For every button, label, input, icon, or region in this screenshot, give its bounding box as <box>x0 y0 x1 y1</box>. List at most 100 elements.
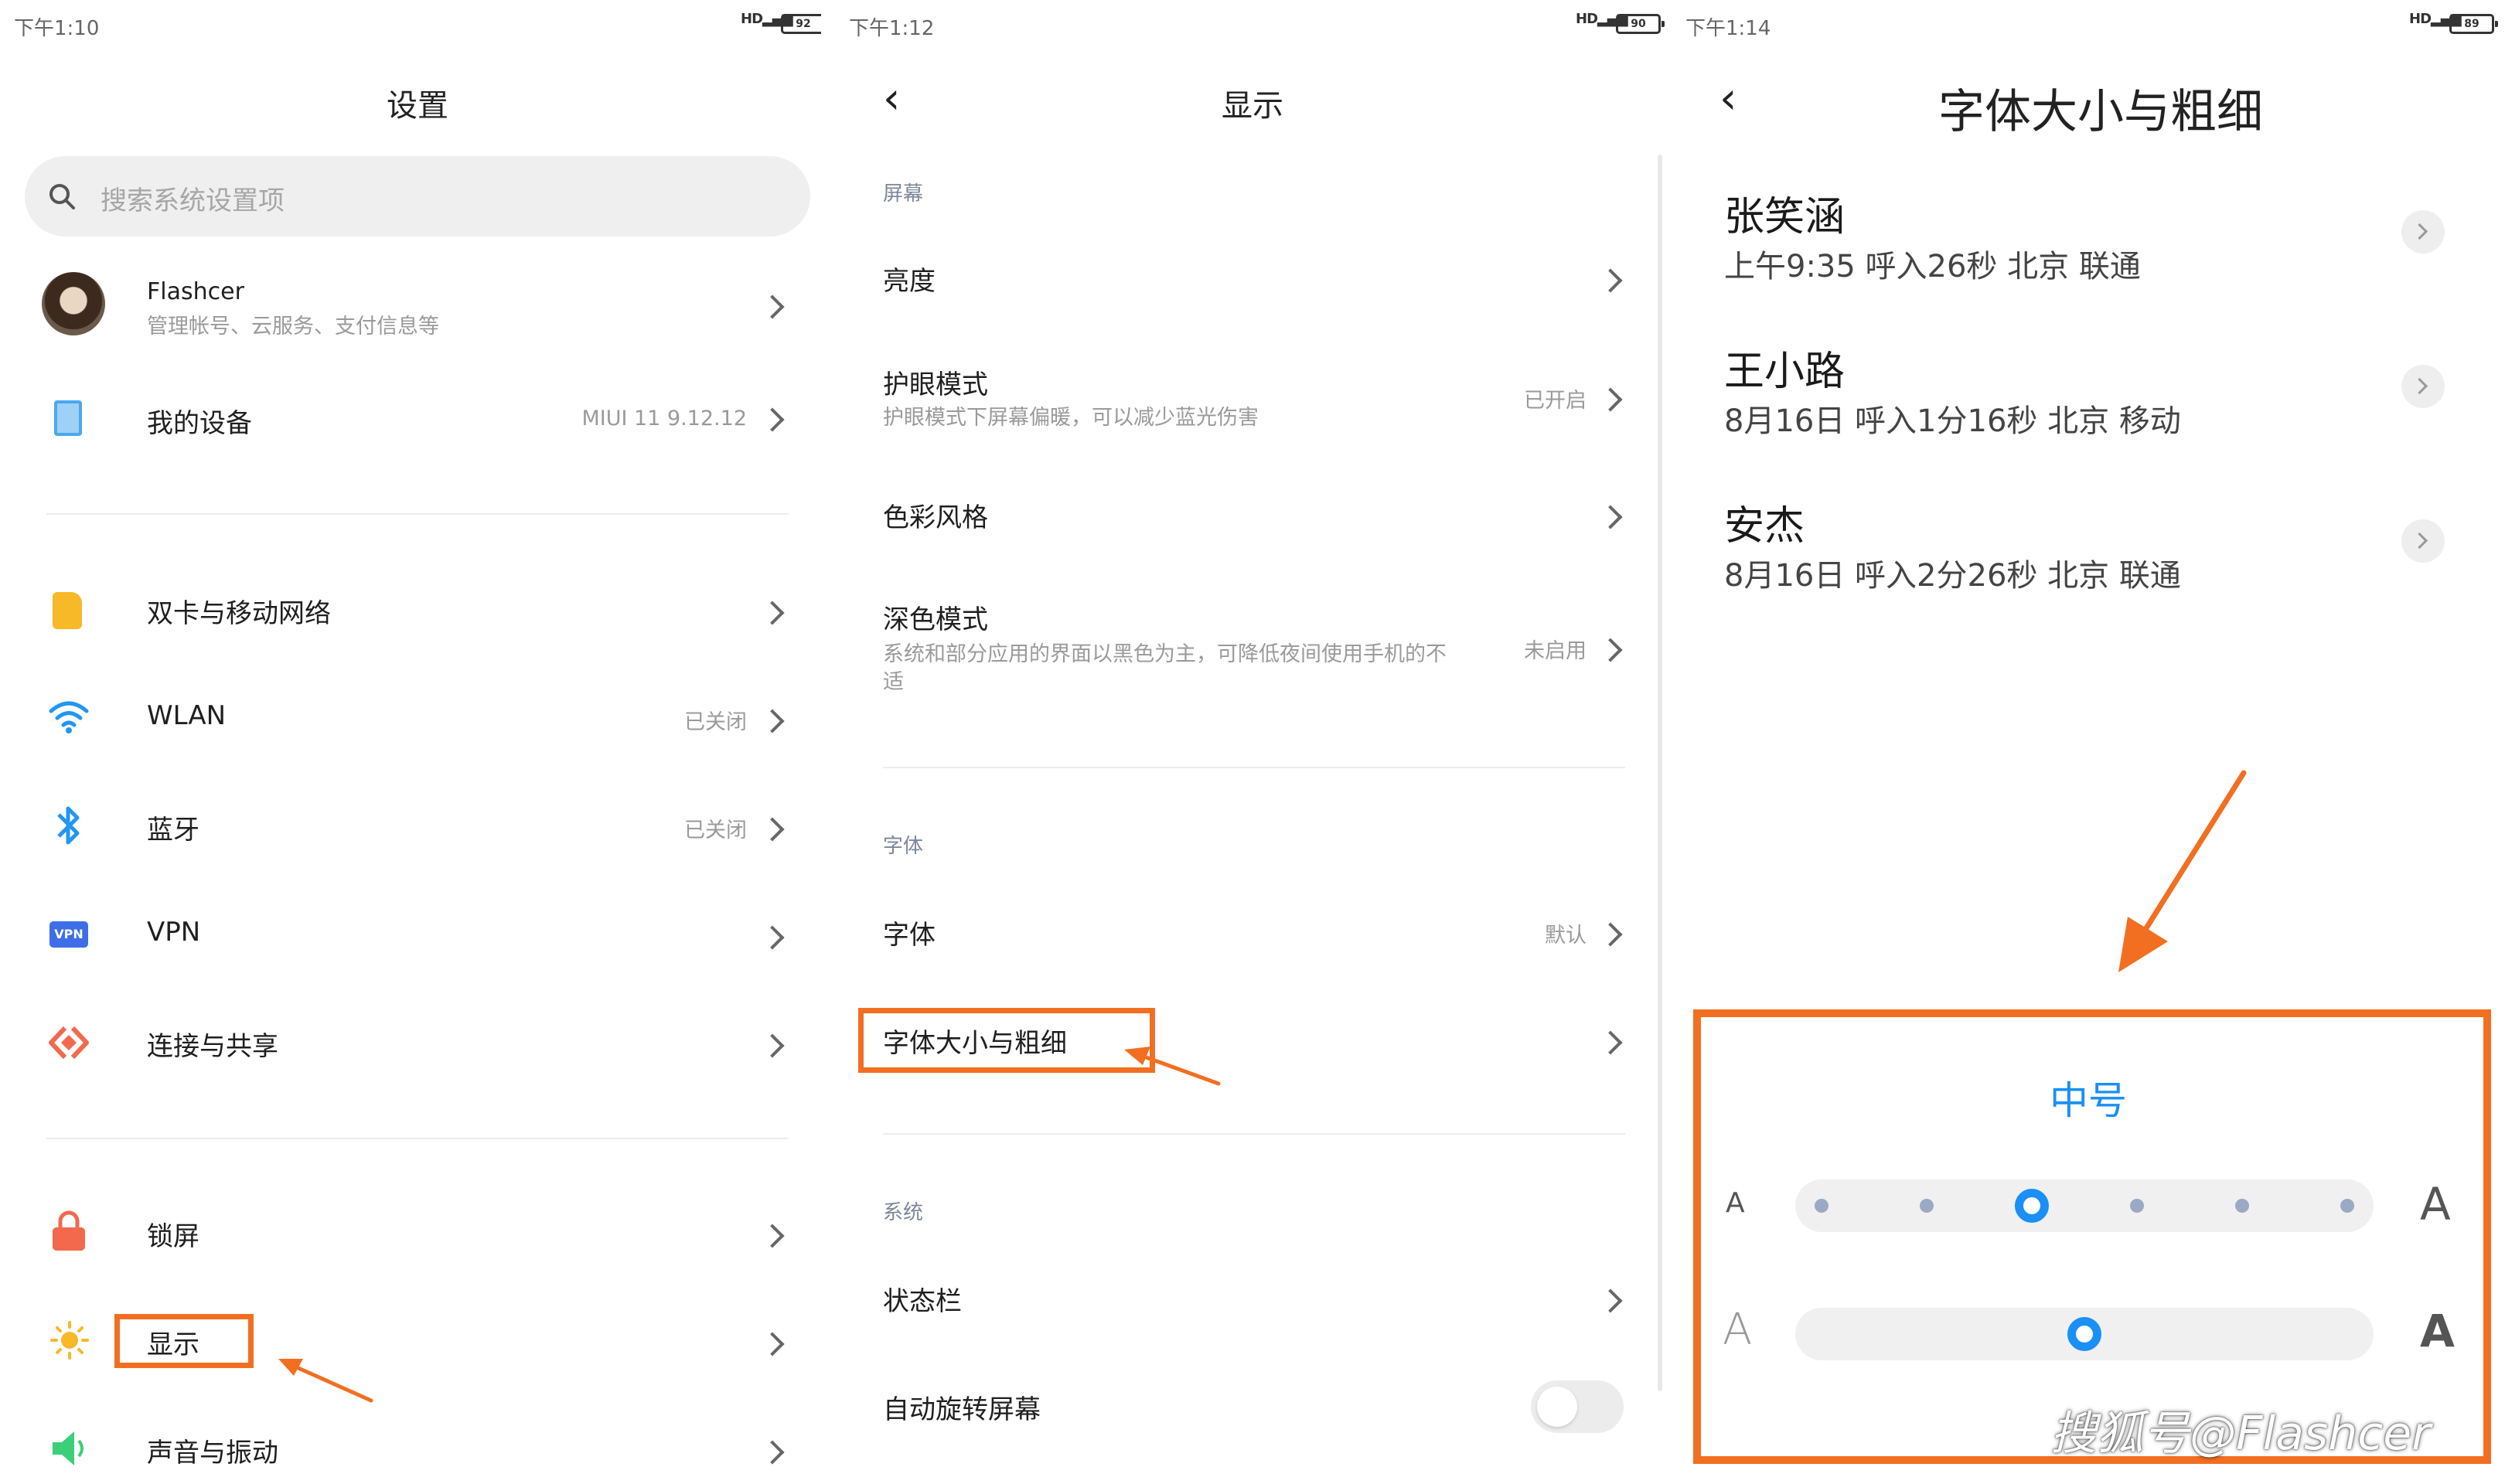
bluetooth-label: 蓝牙 <box>147 815 199 846</box>
sound-row[interactable]: 声音与振动 <box>0 1411 821 1484</box>
brightness-label: 亮度 <box>883 266 936 297</box>
size-slider-thumb[interactable] <box>2015 1189 2049 1223</box>
font-row[interactable]: 字体 默认 <box>835 893 1655 971</box>
chevron-right-icon <box>1598 1030 1623 1055</box>
chevron-right-icon <box>760 1332 785 1356</box>
eye-care-sub: 护眼模式下屏幕偏暖，可以减少蓝光伤害 <box>883 406 1259 430</box>
battery-icon: 90 <box>1616 14 1665 34</box>
account-row[interactable]: Flashcer 管理帐号、云服务、支付信息等 <box>0 255 821 356</box>
brightness-row[interactable]: 亮度 <box>835 240 1655 317</box>
page-title: 设置 <box>387 88 448 124</box>
chevron-right-icon <box>760 1440 785 1465</box>
page-title: 显示 <box>1222 88 1283 124</box>
chevron-right-icon <box>1598 387 1623 412</box>
dark-mode-row[interactable]: 深色模式 系统和部分应用的界面以黑色为主，可降低夜间使用手机的不 适 未启用 <box>835 595 1655 711</box>
size-step-dot[interactable] <box>2235 1199 2249 1213</box>
font-weight-slider[interactable] <box>1795 1308 2374 1360</box>
chevron-right-icon <box>760 709 785 733</box>
section-font: 字体 <box>883 835 924 858</box>
avatar <box>42 272 105 335</box>
weight-slider-thumb[interactable] <box>2067 1317 2101 1351</box>
chevron-right-icon <box>760 817 785 842</box>
size-step-dot[interactable] <box>2130 1199 2144 1213</box>
lock-screen-row[interactable]: 锁屏 <box>0 1195 821 1272</box>
chevron-right-icon <box>1598 1288 1623 1313</box>
dark-mode-status: 未启用 <box>1524 639 1586 663</box>
color-style-row[interactable]: 色彩风格 <box>835 476 1655 553</box>
my-device-version: MIUI 11 9.12.12 <box>581 407 747 431</box>
eye-care-row[interactable]: 护眼模式 护眼模式下屏幕偏暖，可以减少蓝光伤害 已开启 <box>835 356 1655 448</box>
my-device-row[interactable]: 我的设备 MIUI 11 9.12.12 <box>0 376 821 461</box>
battery-icon: 89 <box>2449 14 2498 34</box>
back-icon[interactable]: ‹ <box>1719 77 1736 121</box>
connection-share-row[interactable]: 连接与共享 <box>0 1005 821 1082</box>
contact-info: 上午9:35 呼入26秒 北京 联通 <box>1724 249 2141 284</box>
large-a-size: A <box>2420 1178 2451 1230</box>
lock-icon <box>53 1210 85 1251</box>
chevron-right-icon <box>1598 268 1623 293</box>
chevron-right-icon[interactable] <box>2401 365 2445 408</box>
connection-share-label: 连接与共享 <box>147 1031 278 1062</box>
divider <box>46 513 789 515</box>
chevron-right-icon <box>760 1033 785 1058</box>
size-step-dot[interactable] <box>1815 1199 1828 1213</box>
sun-icon <box>50 1321 89 1360</box>
watermark: 搜狐号@Flashcer <box>2050 1407 2431 1461</box>
vpn-row[interactable]: VPN VPN <box>0 897 821 974</box>
sim-card-icon <box>53 592 82 629</box>
section-system: 系统 <box>883 1201 924 1224</box>
contact-info: 8月16日 呼入1分16秒 北京 移动 <box>1724 403 2181 439</box>
chevron-right-icon <box>760 1224 785 1248</box>
scrollbar[interactable] <box>1658 155 1662 1391</box>
chevron-right-icon <box>1598 505 1623 529</box>
size-step-dot[interactable] <box>2340 1199 2354 1213</box>
wlan-row[interactable]: WLAN 已关闭 <box>0 680 821 757</box>
auto-rotate-row: 自动旋转屏幕 <box>835 1368 1655 1445</box>
tablet-icon <box>54 400 82 436</box>
contact-item[interactable]: 王小路 8月16日 呼入1分16秒 北京 移动 <box>1672 325 2505 448</box>
color-style-label: 色彩风格 <box>883 502 988 533</box>
settings-screen: 下午1:10 HD▂▄▆ 92 设置 搜索系统设置项 Flashcer 管理帐号… <box>0 0 821 1484</box>
contact-name: 王小路 <box>1724 349 1846 395</box>
arrow-icon <box>1124 1047 1221 1086</box>
status-time: 下午1:10 <box>14 17 100 40</box>
divider <box>46 1138 789 1139</box>
chevron-right-icon <box>760 407 785 432</box>
bluetooth-row[interactable]: 蓝牙 已关闭 <box>0 788 821 866</box>
sim-network-row[interactable]: 双卡与移动网络 <box>0 572 821 649</box>
chevron-right-icon[interactable] <box>2401 210 2445 254</box>
wifi-icon <box>49 701 89 733</box>
chevron-right-icon <box>760 925 785 950</box>
search-placeholder: 搜索系统设置项 <box>101 186 285 216</box>
chevron-right-icon <box>760 601 785 625</box>
auto-rotate-label: 自动旋转屏幕 <box>883 1394 1041 1425</box>
size-step-dot[interactable] <box>1920 1199 1934 1213</box>
contact-item[interactable]: 安杰 8月16日 呼入2分26秒 北京 联通 <box>1672 479 2505 603</box>
account-sub: 管理帐号、云服务、支付信息等 <box>147 315 439 339</box>
dark-mode-sub-line2: 适 <box>883 670 904 694</box>
font-size-slider[interactable] <box>1795 1179 2374 1232</box>
size-label: 中号 <box>2050 1078 2127 1123</box>
status-bar-label: 状态栏 <box>883 1286 962 1317</box>
bluetooth-icon <box>57 806 80 845</box>
auto-rotate-toggle[interactable] <box>1531 1380 1624 1433</box>
divider <box>883 1133 1625 1135</box>
status-bar-row[interactable]: 状态栏 <box>835 1260 1655 1337</box>
search-input[interactable]: 搜索系统设置项 <box>25 156 810 237</box>
status-time: 下午1:14 <box>1685 17 1771 40</box>
sound-label: 声音与振动 <box>147 1438 278 1469</box>
toggle-knob <box>1537 1387 1577 1427</box>
eye-care-status: 已开启 <box>1524 389 1586 413</box>
sim-network-label: 双卡与移动网络 <box>147 598 331 629</box>
my-device-label: 我的设备 <box>147 408 252 439</box>
font-value: 默认 <box>1545 924 1586 948</box>
contact-name: 安杰 <box>1724 503 1805 550</box>
small-a-size: A <box>1726 1187 1745 1219</box>
chevron-right-icon[interactable] <box>2401 519 2445 563</box>
section-screen: 屏幕 <box>883 182 924 206</box>
contact-item[interactable]: 张笑涵 上午9:35 呼入26秒 北京 联通 <box>1672 170 2505 294</box>
wlan-label: WLAN <box>147 700 227 731</box>
battery-icon: 92 <box>781 14 821 34</box>
chevron-right-icon <box>1598 638 1623 662</box>
dark-mode-sub: 系统和部分应用的界面以黑色为主，可降低夜间使用手机的不 <box>883 642 1447 666</box>
